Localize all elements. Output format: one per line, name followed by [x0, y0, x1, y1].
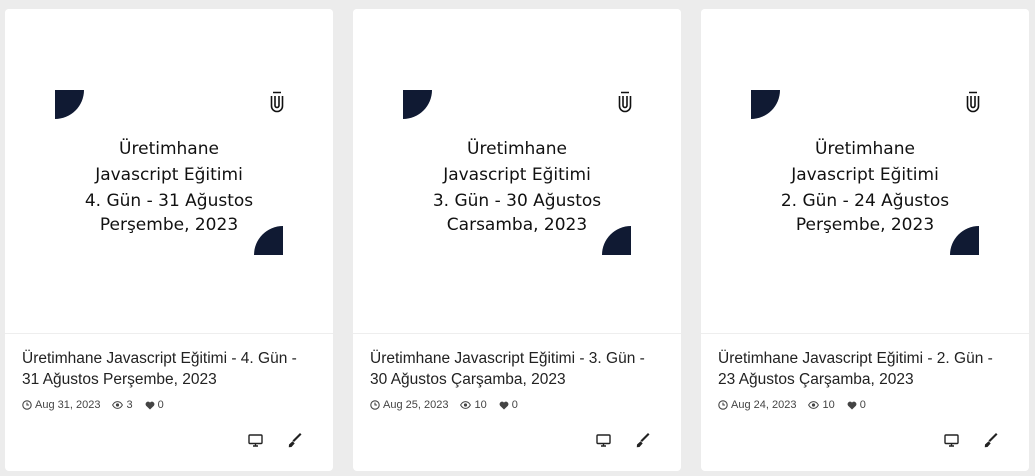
- eye-icon: [460, 401, 472, 409]
- u-logo-icon: [618, 91, 632, 113]
- heart-icon: [847, 401, 857, 409]
- corner-shape-top: [55, 90, 84, 119]
- eye-icon: [808, 401, 820, 409]
- edit-button[interactable]: [981, 430, 1001, 450]
- card-meta: Aug 24, 2023 10 0: [718, 398, 1012, 412]
- card-body: Üretimhane Javascript Eğitimi - 4. Gün -…: [5, 334, 333, 412]
- present-button[interactable]: [593, 430, 613, 450]
- card-body: Üretimhane Javascript Eğitimi - 3. Gün -…: [353, 334, 681, 412]
- card-likes: 0: [157, 399, 164, 411]
- card-likes: 0: [859, 399, 866, 411]
- thumbnail-line: Üretimhane: [467, 139, 567, 159]
- thumbnail-text: Üretimhane Javascript Eğitimi 3. Gün - 3…: [353, 136, 681, 236]
- pen-icon: [984, 432, 997, 447]
- thumbnail-line: Üretimhane: [815, 139, 915, 159]
- thumbnail-line: 3. Gün - 30 Ağustos: [432, 191, 602, 211]
- card-views: 10: [822, 399, 835, 411]
- card-date: Aug 24, 2023: [731, 399, 797, 411]
- edit-button[interactable]: [285, 430, 305, 450]
- thumbnail-line: 2. Gün - 24 Ağustos: [780, 191, 950, 211]
- thumbnail-text: Üretimhane Javascript Eğitimi 2. Gün - 2…: [701, 136, 1029, 236]
- card-thumbnail[interactable]: Üretimhane Javascript Eğitimi 2. Gün - 2…: [701, 9, 1029, 334]
- pen-icon: [288, 432, 301, 447]
- thumbnail-line: Javascript Eğitimi: [443, 165, 591, 185]
- presentation-card[interactable]: Üretimhane Javascript Eğitimi 3. Gün - 3…: [353, 9, 681, 471]
- presentation-card[interactable]: Üretimhane Javascript Eğitimi 4. Gün - 3…: [5, 9, 333, 471]
- corner-shape-top: [751, 90, 780, 119]
- card-grid: Üretimhane Javascript Eğitimi 4. Gün - 3…: [0, 0, 1035, 476]
- card-date: Aug 31, 2023: [35, 399, 101, 411]
- card-actions: [921, 430, 1001, 450]
- present-button[interactable]: [941, 430, 961, 450]
- thumbnail-line: Carsamba, 2023: [446, 215, 588, 235]
- card-likes: 0: [511, 399, 518, 411]
- card-title[interactable]: Üretimhane Javascript Eğitimi - 2. Gün -…: [718, 348, 1012, 390]
- card-body: Üretimhane Javascript Eğitimi - 2. Gün -…: [701, 334, 1029, 412]
- clock-icon: [22, 400, 32, 410]
- card-meta: Aug 25, 2023 10 0: [370, 398, 664, 412]
- heart-icon: [499, 401, 509, 409]
- thumbnail-line: Perşembe, 2023: [795, 215, 935, 235]
- thumbnail-line: Javascript Eğitimi: [95, 165, 243, 185]
- thumbnail-text: Üretimhane Javascript Eğitimi 4. Gün - 3…: [5, 136, 333, 236]
- card-actions: [225, 430, 305, 450]
- card-actions: [573, 430, 653, 450]
- thumbnail-line: 4. Gün - 31 Ağustos: [84, 191, 254, 211]
- card-views: 3: [126, 399, 133, 411]
- card-thumbnail[interactable]: Üretimhane Javascript Eğitimi 4. Gün - 3…: [5, 9, 333, 334]
- heart-icon: [145, 401, 155, 409]
- monitor-icon: [595, 433, 611, 447]
- card-title[interactable]: Üretimhane Javascript Eğitimi - 4. Gün -…: [22, 348, 316, 390]
- pen-icon: [636, 432, 649, 447]
- u-logo-icon: [270, 91, 284, 113]
- card-views: 10: [474, 399, 487, 411]
- monitor-icon: [247, 433, 263, 447]
- card-date: Aug 25, 2023: [383, 399, 449, 411]
- clock-icon: [370, 400, 380, 410]
- corner-shape-top: [403, 90, 432, 119]
- presentation-card[interactable]: Üretimhane Javascript Eğitimi 2. Gün - 2…: [701, 9, 1029, 471]
- thumbnail-line: Perşembe, 2023: [99, 215, 239, 235]
- u-logo-icon: [966, 91, 980, 113]
- present-button[interactable]: [245, 430, 265, 450]
- card-meta: Aug 31, 2023 3 0: [22, 398, 316, 412]
- monitor-icon: [943, 433, 959, 447]
- card-title[interactable]: Üretimhane Javascript Eğitimi - 3. Gün -…: [370, 348, 664, 390]
- edit-button[interactable]: [633, 430, 653, 450]
- clock-icon: [718, 400, 728, 410]
- thumbnail-line: Javascript Eğitimi: [791, 165, 939, 185]
- thumbnail-line: Üretimhane: [119, 139, 219, 159]
- card-thumbnail[interactable]: Üretimhane Javascript Eğitimi 3. Gün - 3…: [353, 9, 681, 334]
- eye-icon: [112, 401, 124, 409]
